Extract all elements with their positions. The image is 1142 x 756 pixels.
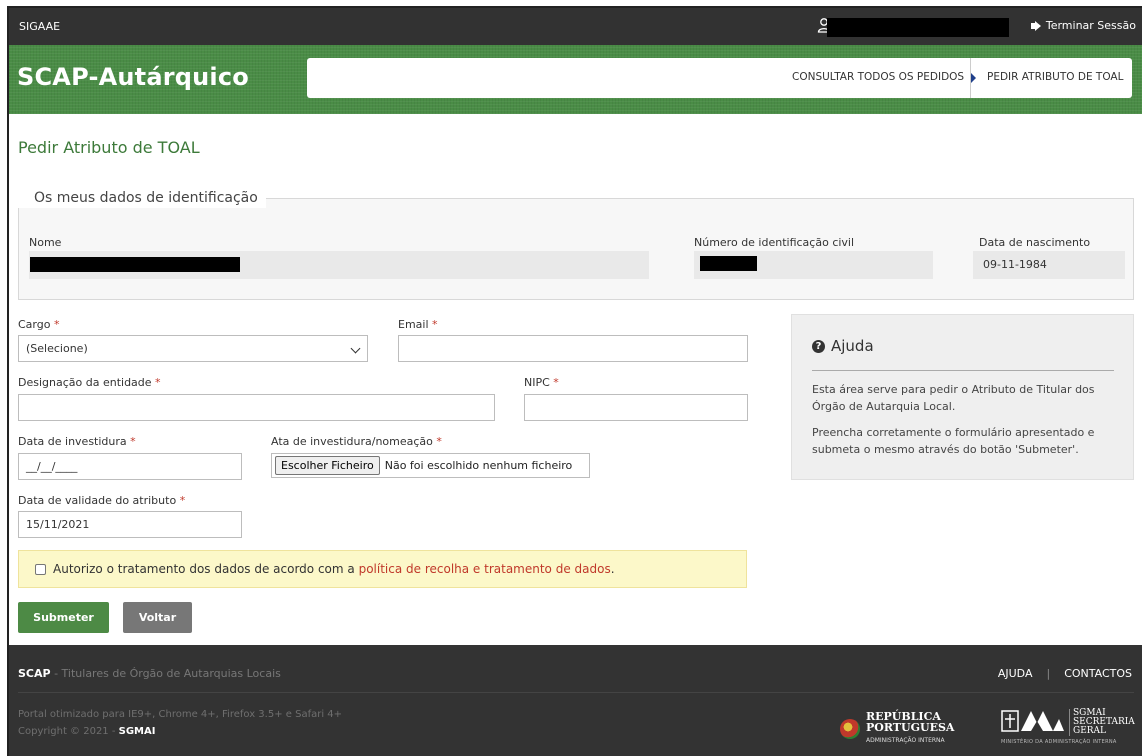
question-circle-icon: ? bbox=[812, 339, 825, 353]
act-file-input[interactable]: Escolher Ficheiro Não foi escolhido nenh… bbox=[271, 453, 590, 478]
cargo-select[interactable]: (Selecione) bbox=[18, 335, 368, 362]
entity-label: Designação da entidade * bbox=[18, 376, 161, 389]
page-title: Pedir Atributo de TOAL bbox=[18, 138, 200, 157]
nipc-input[interactable] bbox=[524, 394, 748, 421]
sgmai-logo: SGMAI SECRETARIA GERAL MINISTÉRIO DA ADM… bbox=[1001, 708, 1135, 746]
system-brand: SIGAAE bbox=[19, 20, 61, 33]
footer-browser-note: Portal otimizado para IE9+, Chrome 4+, F… bbox=[18, 709, 343, 720]
consent-text: Autorizo o tratamento dos dados de acord… bbox=[53, 562, 359, 576]
consent-end: . bbox=[610, 562, 615, 576]
logout-label: Terminar Sessão bbox=[1045, 19, 1136, 32]
nav-request-attribute[interactable]: PEDIR ATRIBUTO DE TOAL bbox=[987, 71, 1123, 83]
app-title: SCAP-Autárquico bbox=[17, 63, 249, 91]
civil-id-label: Número de identificação civil bbox=[694, 236, 855, 249]
nav-active-arrow-icon bbox=[971, 73, 976, 83]
investiture-date-label: Data de investidura * bbox=[18, 435, 136, 448]
name-redacted bbox=[30, 257, 240, 272]
nipc-label: NIPC * bbox=[524, 376, 559, 389]
app-header: SCAP-Autárquico CONSULTAR TODOS OS PEDID… bbox=[9, 45, 1142, 114]
validity-date-label: Data de validade do atributo * bbox=[18, 494, 186, 507]
email-input[interactable] bbox=[398, 335, 748, 362]
consent-box: Autorizo o tratamento dos dados de acord… bbox=[18, 550, 747, 588]
republica-portuguesa-logo: REPÚBLICA PORTUGUESA ADMINISTRAÇÃO INTER… bbox=[840, 711, 954, 746]
birth-date-field: 09-11-1984 bbox=[973, 251, 1125, 279]
investiture-date-input[interactable]: __/__/____ bbox=[18, 453, 242, 480]
footer-copyright: Copyright © 2021 - SGMAI bbox=[18, 726, 156, 737]
footer-link-separator: | bbox=[1046, 667, 1051, 680]
cargo-select-value: (Selecione) bbox=[26, 342, 88, 355]
main-nav: CONSULTAR TODOS OS PEDIDOS PEDIR ATRIBUT… bbox=[307, 58, 1132, 98]
logout-icon bbox=[1030, 20, 1041, 31]
footer-divider bbox=[18, 692, 1134, 693]
help-paragraph-1: Esta área serve para pedir o Atributo de… bbox=[812, 383, 1095, 413]
consent-checkbox[interactable] bbox=[35, 563, 46, 575]
birth-date-label: Data de nascimento bbox=[979, 236, 1091, 249]
logout-link[interactable]: Terminar Sessão bbox=[1030, 19, 1136, 32]
nav-consult-all-requests[interactable]: CONSULTAR TODOS OS PEDIDOS bbox=[792, 71, 964, 83]
sgmai-mark-icon bbox=[1001, 710, 1064, 732]
app-frame: SIGAAE Terminar Sessão SCAP-Autárquico C… bbox=[7, 6, 1142, 756]
email-label: Email * bbox=[398, 318, 438, 331]
identity-legend: Os meus dados de identificação bbox=[18, 188, 266, 208]
civil-id-redacted bbox=[700, 256, 757, 271]
back-button[interactable]: Voltar bbox=[123, 602, 192, 633]
help-divider bbox=[812, 370, 1114, 371]
top-bar: SIGAAE Terminar Sessão bbox=[9, 8, 1142, 45]
footer: SCAP - Titulares de Órgão de Autarquias … bbox=[9, 645, 1142, 756]
help-panel: ? Ajuda Esta área serve para pedir o Atr… bbox=[791, 314, 1134, 480]
file-status: Não foi escolhido nenhum ficheiro bbox=[384, 459, 573, 472]
act-label: Ata de investidura/nomeação * bbox=[271, 435, 442, 448]
choose-file-button[interactable]: Escolher Ficheiro bbox=[275, 456, 380, 475]
footer-help-link[interactable]: AJUDA bbox=[998, 667, 1033, 680]
help-title: ? Ajuda bbox=[812, 337, 874, 355]
identity-fieldset bbox=[18, 198, 1134, 300]
footer-app-name: SCAP - Titulares de Órgão de Autarquias … bbox=[18, 667, 281, 680]
footer-contacts-link[interactable]: CONTACTOS bbox=[1064, 667, 1132, 680]
entity-input[interactable] bbox=[18, 394, 495, 421]
name-label: Nome bbox=[29, 236, 62, 249]
portugal-emblem-icon bbox=[840, 718, 860, 739]
help-title-text: Ajuda bbox=[831, 337, 874, 355]
validity-date-input[interactable]: 15/11/2021 bbox=[18, 511, 242, 538]
user-name-redacted bbox=[827, 18, 1009, 37]
privacy-policy-link[interactable]: política de recolha e tratamento de dado… bbox=[359, 562, 611, 576]
chevron-down-icon bbox=[350, 343, 361, 354]
footer-links: AJUDA | CONTACTOS bbox=[998, 667, 1132, 680]
submit-button[interactable]: Submeter bbox=[18, 602, 109, 633]
help-paragraph-2: Preencha corretamente o formulário apres… bbox=[812, 426, 1095, 456]
cargo-label: Cargo * bbox=[18, 318, 60, 331]
